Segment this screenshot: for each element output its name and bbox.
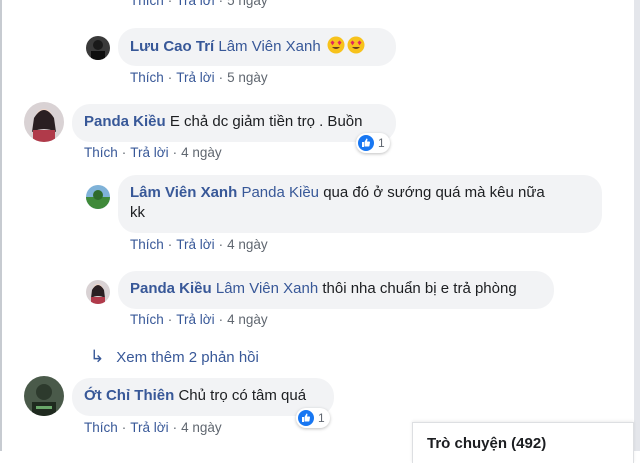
comment-bubble: Panda Kiều E chả dc giảm tiền trọ . Buồn bbox=[72, 104, 396, 142]
like-link[interactable]: Thích bbox=[130, 312, 164, 327]
comment-actions: Thích · Trả lời · 4 ngày bbox=[84, 145, 222, 160]
reaction-summary[interactable]: 1 bbox=[296, 408, 330, 428]
comment-bubble: Panda Kiều Lâm Viên Xanh thôi nha chuẩn … bbox=[118, 271, 554, 309]
avatar[interactable] bbox=[24, 102, 64, 142]
mention-link[interactable]: Panda Kiều bbox=[241, 184, 319, 201]
timestamp: 5 ngày bbox=[227, 0, 268, 8]
comment-text-line2: kk bbox=[130, 204, 145, 221]
like-link[interactable]: Thích bbox=[84, 145, 118, 160]
comment-author[interactable]: Lưu Cao Trí bbox=[130, 38, 214, 55]
reply-arrow-icon: ↳ bbox=[90, 347, 105, 366]
avatar[interactable] bbox=[86, 280, 110, 304]
comment-text: qua đó ở sướng quá mà kêu nữa bbox=[323, 184, 545, 201]
heart-eyes-emoji-icon bbox=[327, 36, 345, 54]
window-edge bbox=[0, 0, 2, 451]
thumbs-up-icon bbox=[298, 410, 314, 426]
comment-author[interactable]: Lâm Viên Xanh bbox=[130, 184, 237, 201]
comment-author[interactable]: Ớt Chỉ Thiên bbox=[84, 387, 174, 404]
chat-tab[interactable]: Trò chuyện (492) bbox=[412, 422, 634, 463]
comment-actions: Thích · Trả lời · 4 ngày bbox=[84, 420, 222, 435]
like-link[interactable]: Thích bbox=[130, 237, 164, 252]
thumbs-up-icon bbox=[358, 135, 374, 151]
comment-author[interactable]: Panda Kiều bbox=[130, 280, 212, 297]
reply-link[interactable]: Trả lời bbox=[176, 70, 214, 85]
comment-text: thôi nha chuẩn bị e trả phòng bbox=[322, 280, 517, 297]
comment-actions: Thích · Trả lời · 5 ngày bbox=[130, 70, 268, 85]
view-more-replies-link[interactable]: ↳ Xem thêm 2 phản hồi bbox=[90, 347, 259, 367]
comment-actions: Thích · Trả lời · 4 ngày bbox=[130, 237, 268, 252]
avatar[interactable] bbox=[86, 36, 110, 60]
comment-text: E chả dc giảm tiền trọ . Buồn bbox=[169, 113, 363, 130]
comment-bubble: Lưu Cao Trí Lâm Viên Xanh bbox=[118, 28, 396, 66]
like-link[interactable]: Thích bbox=[130, 0, 164, 8]
scrollbar[interactable] bbox=[634, 0, 640, 451]
reply-link[interactable]: Trả lời bbox=[130, 145, 168, 160]
reaction-count: 1 bbox=[378, 136, 385, 150]
comment-bubble: Ớt Chỉ Thiên Chủ trọ có tâm quá bbox=[72, 378, 334, 416]
mention-link[interactable]: Lâm Viên Xanh bbox=[218, 38, 320, 55]
timestamp: 4 ngày bbox=[181, 145, 222, 160]
avatar[interactable] bbox=[24, 376, 64, 416]
timestamp: 4 ngày bbox=[227, 237, 268, 252]
heart-eyes-emoji-icon bbox=[347, 36, 365, 54]
timestamp: 4 ngày bbox=[181, 420, 222, 435]
like-link[interactable]: Thích bbox=[130, 70, 164, 85]
comment-actions: Thích · Trả lời · 5 ngày bbox=[130, 0, 268, 8]
reply-link[interactable]: Trả lời bbox=[130, 420, 168, 435]
reply-link[interactable]: Trả lời bbox=[176, 312, 214, 327]
timestamp: 4 ngày bbox=[227, 312, 268, 327]
comment-author[interactable]: Panda Kiều bbox=[84, 113, 166, 130]
comment-actions: Thích · Trả lời · 4 ngày bbox=[130, 312, 268, 327]
reaction-summary[interactable]: 1 bbox=[356, 133, 390, 153]
chat-tab-label: Trò chuyện (492) bbox=[427, 435, 547, 452]
comment-text: Chủ trọ có tâm quá bbox=[178, 387, 307, 404]
comment-bubble: Lâm Viên Xanh Panda Kiều qua đó ở sướng … bbox=[118, 175, 602, 233]
like-link[interactable]: Thích bbox=[84, 420, 118, 435]
timestamp: 5 ngày bbox=[227, 70, 268, 85]
avatar[interactable] bbox=[86, 185, 110, 209]
reply-link[interactable]: Trả lời bbox=[176, 237, 214, 252]
mention-link[interactable]: Lâm Viên Xanh bbox=[216, 280, 318, 297]
view-more-replies-label: Xem thêm 2 phản hồi bbox=[116, 348, 259, 366]
reaction-count: 1 bbox=[318, 411, 325, 425]
reply-link[interactable]: Trả lời bbox=[176, 0, 214, 8]
